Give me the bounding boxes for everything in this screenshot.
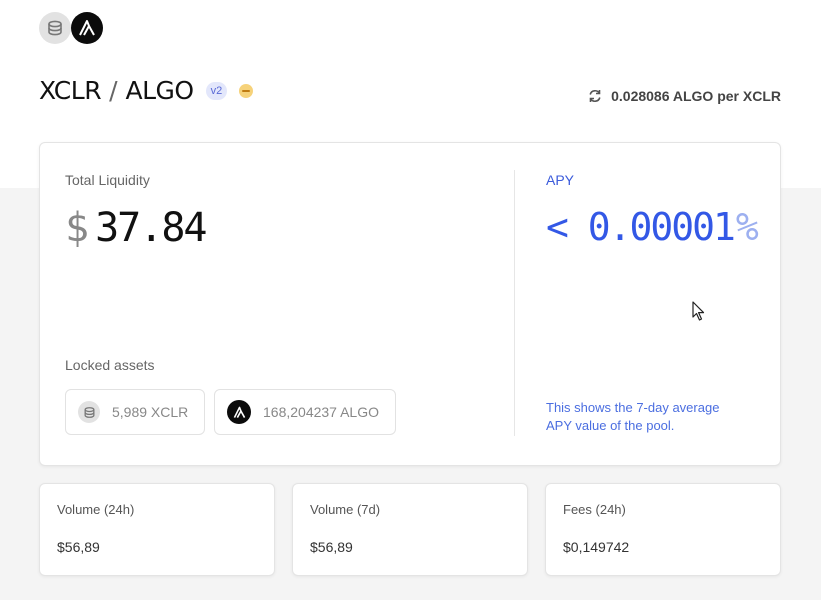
price-text: 0.028086 ALGO per XCLR (611, 88, 781, 104)
currency-symbol: $ (65, 205, 90, 251)
stat-card-fees-24h: Fees (24h) $0,149742 (545, 483, 781, 576)
version-badge: v2 (205, 81, 228, 100)
stat-card-volume-24h: Volume (24h) $56,89 (39, 483, 275, 576)
apy-unit: % (735, 205, 759, 249)
stat-label: Volume (24h) (57, 502, 135, 517)
stat-value: $56,89 (310, 539, 353, 555)
locked-asset-chip-xclr[interactable]: 5,989 XCLR (65, 389, 205, 435)
mouse-cursor-icon (692, 301, 705, 321)
apy-note: This shows the 7-day average APY value o… (546, 400, 720, 433)
liquidity-card: Total Liquidity $ 37.84 Locked assets 5,… (39, 142, 781, 466)
stat-label: Fees (24h) (563, 502, 626, 517)
algorand-logo-icon (227, 400, 251, 424)
apy-label: APY (546, 172, 575, 188)
card-divider (514, 170, 515, 436)
apy-value: < 0.00001 % (546, 205, 759, 249)
stat-label: Volume (7d) (310, 502, 381, 517)
stat-value: $0,149742 (563, 539, 630, 555)
pool-title: XCLR / ALGO v2 (39, 76, 254, 105)
asset-pair-icons (39, 12, 105, 44)
swap-refresh-icon[interactable] (587, 88, 603, 104)
liquidity-amount: 37.84 (95, 205, 207, 251)
warning-icon[interactable] (239, 83, 254, 98)
stat-value: $56,89 (57, 539, 100, 555)
locked-asset-chip-algo[interactable]: 168,204237 ALGO (214, 389, 396, 435)
total-liquidity-value: $ 37.84 (65, 205, 208, 251)
apy-amount: < 0.00001 (546, 205, 736, 249)
price-display[interactable]: 0.028086 ALGO per XCLR (587, 88, 781, 104)
asset-b-name: ALGO (125, 76, 195, 105)
algorand-logo-icon (71, 12, 103, 44)
stat-card-volume-7d: Volume (7d) $56,89 (292, 483, 528, 576)
xclr-coin-icon (78, 401, 100, 423)
locked-asset-amount: 5,989 XCLR (112, 404, 189, 420)
asset-a-name: XCLR (39, 76, 102, 105)
locked-asset-amount: 168,204237 ALGO (263, 404, 379, 420)
pair-separator: / (109, 76, 118, 105)
total-liquidity-label: Total Liquidity (65, 172, 150, 188)
locked-assets-label: Locked assets (65, 357, 155, 373)
xclr-coin-icon (39, 12, 71, 44)
